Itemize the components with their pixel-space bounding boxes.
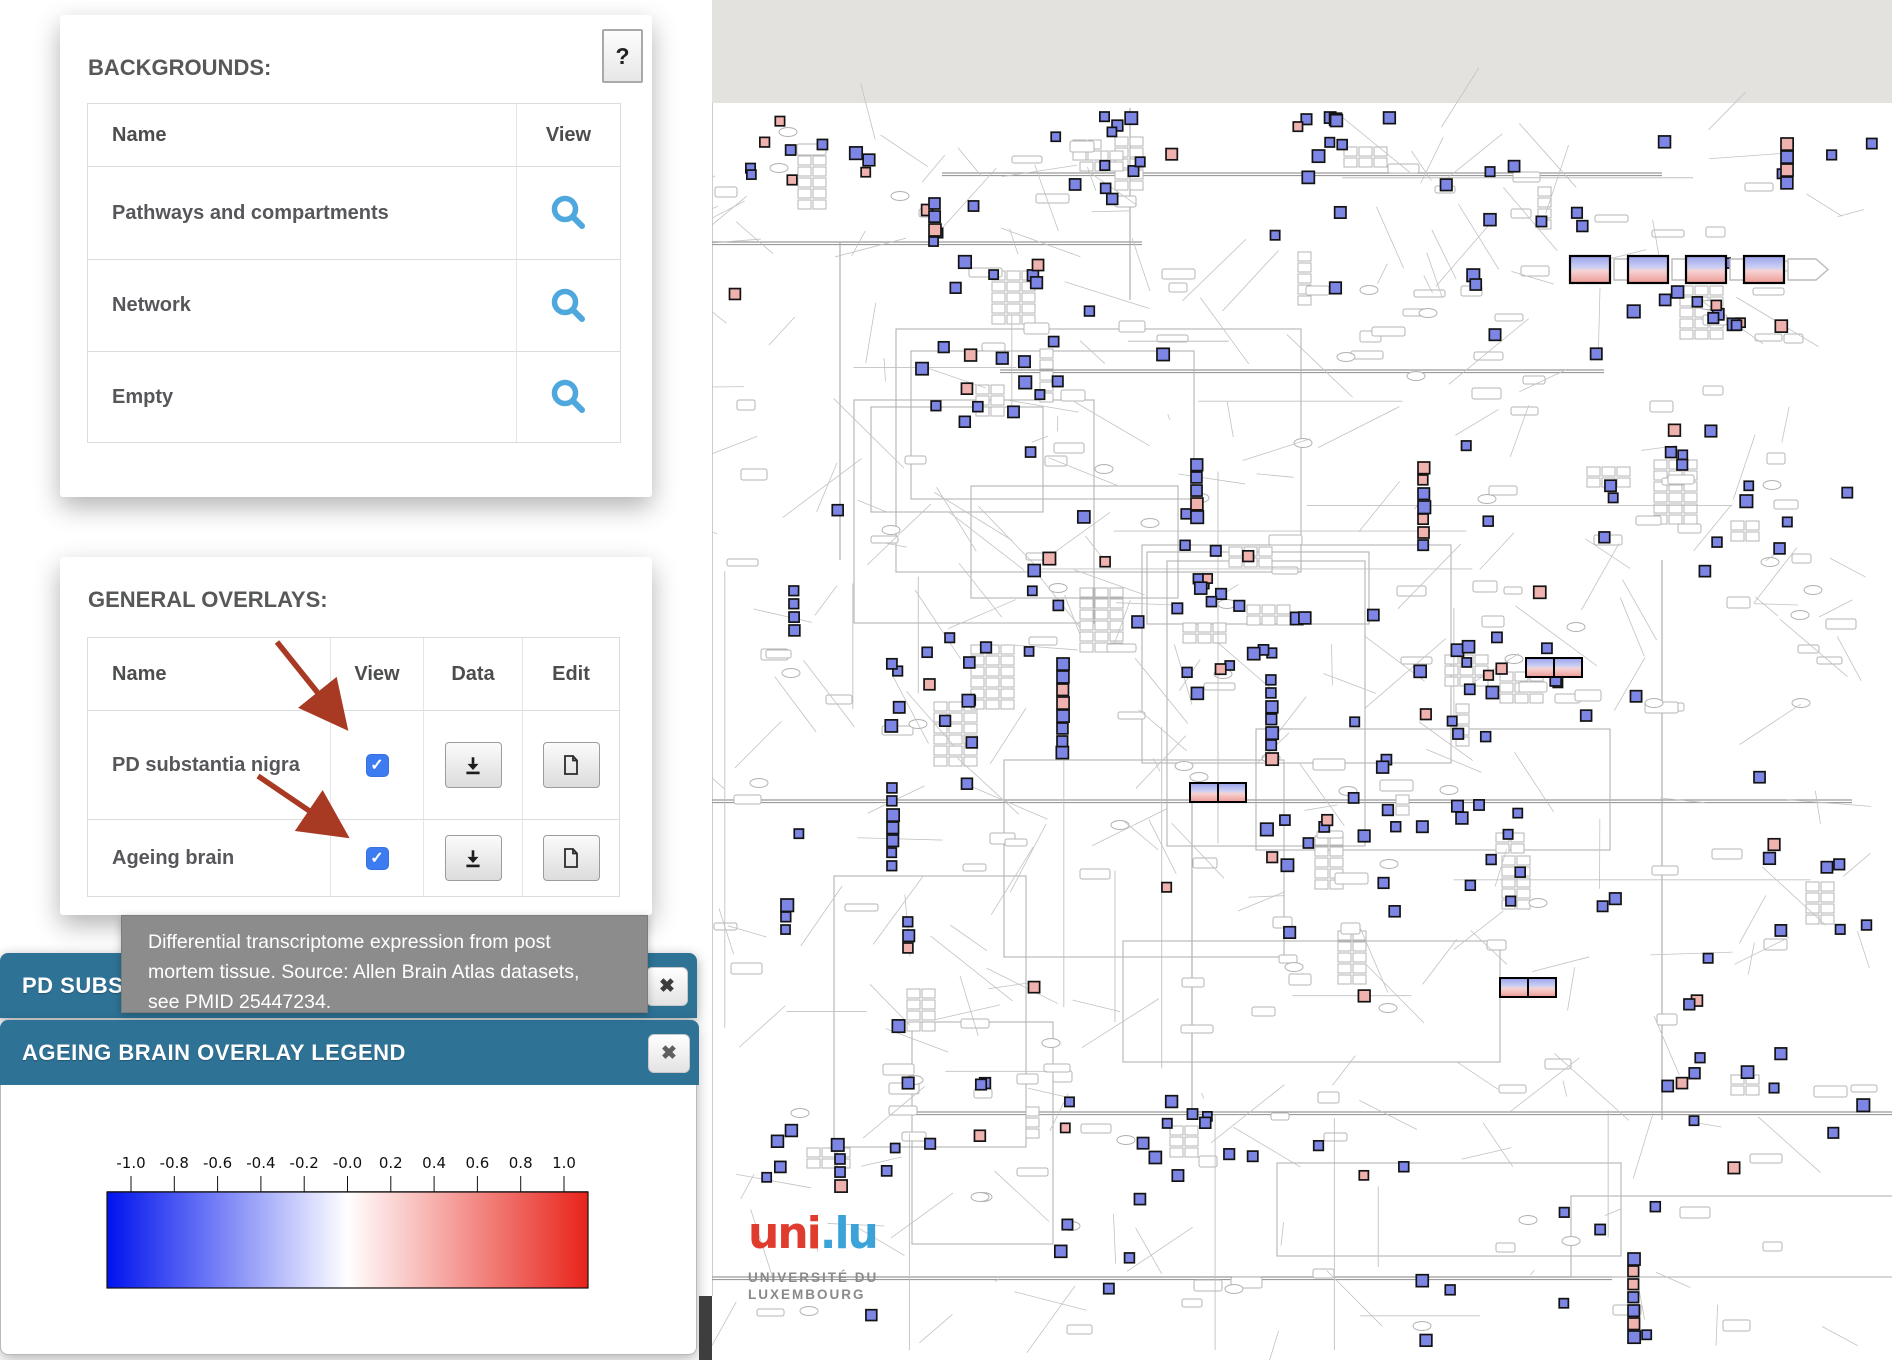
backgrounds-panel: BACKGROUNDS: ? Name View Pathways and co… bbox=[60, 15, 652, 497]
general-overlays-panel: GENERAL OVERLAYS: Name View Data Edit PD… bbox=[60, 557, 652, 915]
background-row-network: Network bbox=[88, 259, 516, 351]
background-row-empty: Empty bbox=[88, 351, 516, 442]
svg-text:-0.6: -0.6 bbox=[203, 1154, 232, 1172]
column-header-name: Name bbox=[88, 104, 516, 166]
svg-text:0.8: 0.8 bbox=[509, 1154, 533, 1172]
svg-text:-0.4: -0.4 bbox=[246, 1154, 275, 1172]
table-cell-data bbox=[423, 710, 522, 819]
background-row-pathways: Pathways and compartments bbox=[88, 166, 516, 259]
column-header-edit: Edit bbox=[522, 638, 619, 710]
pathway-map[interactable] bbox=[712, 0, 1892, 1360]
edit-overlay-button[interactable] bbox=[543, 742, 600, 788]
backgrounds-table: Name View Pathways and compartments Netw… bbox=[87, 103, 621, 443]
view-overlay-checkbox[interactable]: ✓ bbox=[366, 847, 389, 870]
column-header-view: View bbox=[516, 104, 620, 166]
svg-text:0.2: 0.2 bbox=[379, 1154, 403, 1172]
column-header-data: Data bbox=[423, 638, 522, 710]
table-cell-view: ✓ bbox=[330, 710, 423, 819]
table-cell-view: ✓ bbox=[330, 819, 423, 896]
file-icon bbox=[561, 754, 581, 776]
close-icon: ✖ bbox=[661, 1042, 677, 1065]
table-cell-view bbox=[516, 351, 620, 442]
scrollbar-fragment[interactable] bbox=[699, 1296, 712, 1360]
magnifier-icon bbox=[549, 286, 589, 326]
pd-legend-title: PD SUBS bbox=[0, 973, 123, 999]
svg-text:-0.8: -0.8 bbox=[160, 1154, 189, 1172]
pathway-map-svg bbox=[712, 0, 1892, 1360]
backgrounds-title: BACKGROUNDS: bbox=[88, 55, 271, 81]
logo-uni-text: uni bbox=[748, 1208, 820, 1259]
download-icon bbox=[462, 754, 484, 776]
svg-text:0.4: 0.4 bbox=[422, 1154, 446, 1172]
column-header-name: Name bbox=[88, 638, 330, 710]
table-cell-view bbox=[516, 259, 620, 351]
download-icon bbox=[462, 847, 484, 869]
close-pd-legend-button[interactable]: ✖ bbox=[646, 967, 688, 1006]
view-overlay-checkbox[interactable]: ✓ bbox=[366, 754, 389, 777]
overlay-row-ageing-brain: Ageing brain bbox=[88, 819, 330, 896]
logo-line1: UNIVERSITÉ DU bbox=[748, 1270, 878, 1287]
table-cell-data bbox=[423, 819, 522, 896]
checkmark-icon: ✓ bbox=[370, 848, 383, 868]
logo-lu-text: lu bbox=[834, 1208, 876, 1259]
column-header-view: View bbox=[330, 638, 423, 710]
download-data-button[interactable] bbox=[445, 835, 502, 881]
overlays-title: GENERAL OVERLAYS: bbox=[88, 587, 328, 613]
color-scale: -1.0 -0.8 -0.6 -0.4 -0.2 -0.0 0.2 0.4 0.6 0.8 1.0 bbox=[101, 1140, 601, 1315]
ageing-brain-legend-panel: AGEING BRAIN OVERLAY LEGEND ✖ -1.0 -0.8 -0… bbox=[0, 1021, 697, 1355]
overlay-description-tooltip: Differential transcriptome expression fr… bbox=[121, 915, 648, 1013]
table-cell-edit bbox=[522, 819, 619, 896]
download-data-button[interactable] bbox=[445, 742, 502, 788]
svg-text:1.0: 1.0 bbox=[552, 1154, 576, 1172]
overlay-row-pd-substantia-nigra: PD substantia nigra bbox=[88, 710, 330, 819]
checkmark-icon: ✓ bbox=[370, 755, 383, 775]
magnifier-icon bbox=[549, 193, 589, 233]
question-mark-icon: ? bbox=[615, 43, 629, 70]
svg-text:-0.2: -0.2 bbox=[290, 1154, 319, 1172]
table-cell-edit bbox=[522, 710, 619, 819]
unilu-logo: uni.lu UNIVERSITÉ DU LUXEMBOURG bbox=[748, 1212, 878, 1304]
svg-text:0.6: 0.6 bbox=[465, 1154, 489, 1172]
view-background-button[interactable] bbox=[547, 191, 591, 235]
ageing-legend-title: AGEING BRAIN OVERLAY LEGEND bbox=[0, 1040, 406, 1066]
svg-text:-0.0: -0.0 bbox=[333, 1154, 362, 1172]
ageing-legend-header: AGEING BRAIN OVERLAY LEGEND ✖ bbox=[0, 1020, 699, 1085]
file-icon bbox=[561, 847, 581, 869]
help-button[interactable]: ? bbox=[602, 29, 643, 83]
close-icon: ✖ bbox=[659, 975, 675, 998]
svg-text:-1.0: -1.0 bbox=[116, 1154, 145, 1172]
logo-dot: . bbox=[820, 1208, 835, 1259]
tooltip-text: Differential transcriptome expression fr… bbox=[148, 931, 579, 1013]
view-background-button[interactable] bbox=[547, 375, 591, 419]
edit-overlay-button[interactable] bbox=[543, 835, 600, 881]
table-cell-view bbox=[516, 166, 620, 259]
logo-line2: LUXEMBOURG bbox=[748, 1287, 878, 1304]
view-background-button[interactable] bbox=[547, 284, 591, 328]
magnifier-icon bbox=[549, 377, 589, 417]
close-ageing-legend-button[interactable]: ✖ bbox=[648, 1034, 690, 1073]
overlays-table: Name View Data Edit PD substantia nigra … bbox=[87, 637, 620, 897]
unilu-wordmark: uni.lu bbox=[748, 1212, 878, 1256]
